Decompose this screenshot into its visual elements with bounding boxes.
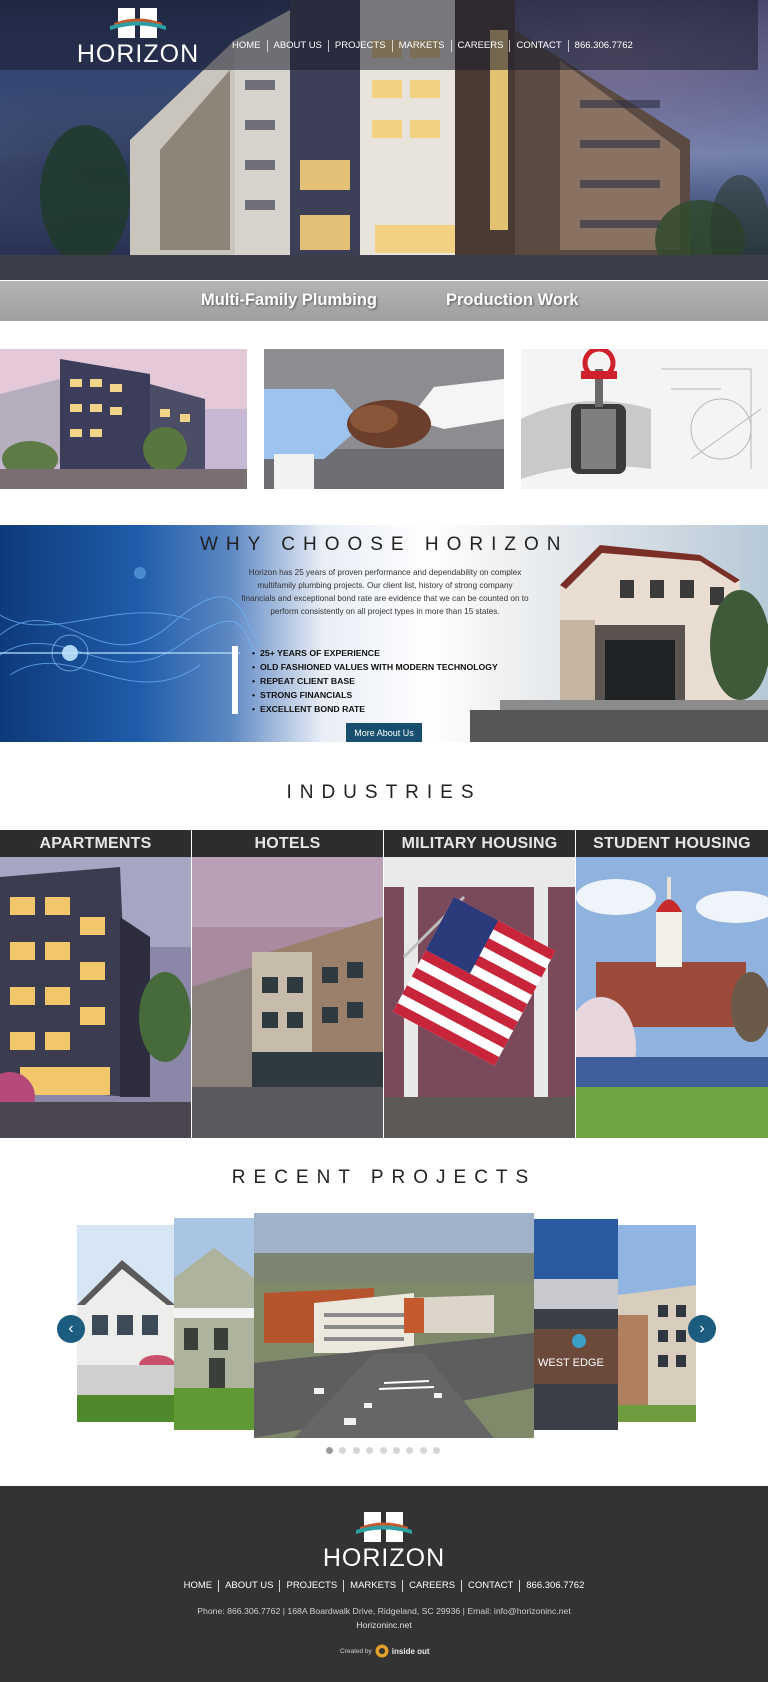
inside-out-label: inside out [391, 1646, 430, 1656]
carousel-dot-1[interactable] [326, 1447, 333, 1454]
service-band: Multi-Family Plumbing Production Work [0, 281, 768, 321]
carousel-dot-4[interactable] [366, 1447, 374, 1454]
footer-logo[interactable]: HORIZON [310, 1510, 458, 1572]
footer-nav-projects[interactable]: PROJECTS [279, 1580, 343, 1592]
carousel-next-button[interactable]: › [688, 1315, 716, 1343]
more-about-us-button[interactable]: More About Us [346, 723, 422, 742]
site-logo[interactable]: HORIZON [64, 6, 212, 68]
student-housing-image [576, 857, 768, 1138]
hotels-image [192, 857, 383, 1138]
footer-logo-mark-icon [356, 1512, 412, 1542]
project-apartment-image [618, 1225, 696, 1422]
project-slide-4[interactable]: WEST EDGE [534, 1219, 618, 1430]
footer-nav-phone[interactable]: 866.306.7762 [519, 1580, 590, 1592]
footer-nav-home[interactable]: HOME [178, 1580, 219, 1592]
footer-website-link[interactable]: Horizoninc.net [0, 1620, 768, 1630]
project-townhome-image [174, 1218, 254, 1430]
project-aerial-image [254, 1213, 534, 1438]
handshake-image [264, 349, 504, 489]
industry-hotels-label: HOTELS [192, 830, 383, 857]
bullet-accent-bar [232, 646, 238, 714]
project-slide-1[interactable] [77, 1225, 175, 1422]
project-west-edge-image: WEST EDGE [534, 1219, 618, 1430]
hero-banner: HORIZON HOME ABOUT US PROJECTS MARKETS C… [0, 0, 768, 280]
carousel-dot-3[interactable] [352, 1447, 360, 1454]
tile-handshake[interactable] [264, 349, 504, 489]
project-slide-main[interactable] [254, 1213, 534, 1438]
carousel-dot-7[interactable] [406, 1447, 414, 1454]
carousel-dot-8[interactable] [419, 1447, 427, 1454]
nav-projects[interactable]: PROJECTS [327, 40, 392, 52]
carousel-dot-5[interactable] [379, 1447, 387, 1454]
nav-careers[interactable]: CAREERS [450, 40, 510, 52]
why-choose-title: WHY CHOOSE HORIZON [200, 534, 569, 555]
carousel-prev-button[interactable]: ‹ [57, 1315, 85, 1343]
nav-about-us[interactable]: ABOUT US [266, 40, 328, 52]
bullet-repeat-clients: REPEAT CLIENT BASE [252, 674, 498, 688]
header-bar: HORIZON HOME ABOUT US PROJECTS MARKETS C… [0, 0, 758, 70]
military-housing-image [384, 857, 575, 1138]
west-edge-sign: WEST EDGE [538, 1357, 604, 1369]
recent-projects-title: RECENT PROJECTS [231, 1167, 537, 1188]
nav-contact[interactable]: CONTACT [509, 40, 567, 52]
carousel-dot-9[interactable] [433, 1447, 441, 1454]
footer-nav-contact[interactable]: CONTACT [461, 1580, 519, 1592]
carousel-dot-6[interactable] [392, 1447, 400, 1454]
project-slide-2[interactable] [174, 1218, 254, 1430]
industry-military-housing[interactable]: MILITARY HOUSING [384, 830, 575, 1138]
apartments-image [0, 857, 191, 1138]
created-by-label: Created by [340, 1647, 372, 1655]
carousel-dots [326, 1447, 447, 1454]
project-slide-5[interactable] [618, 1225, 696, 1422]
tile-valve[interactable] [521, 349, 768, 489]
bullet-bond-rate: EXCELLENT BOND RATE [252, 702, 498, 716]
tile-apartment-rendering[interactable] [0, 349, 247, 489]
industry-hotels[interactable]: HOTELS [192, 830, 383, 1138]
nav-phone[interactable]: 866.306.7762 [567, 40, 639, 52]
industry-apartments[interactable]: APARTMENTS [0, 830, 191, 1138]
industry-military-housing-label: MILITARY HOUSING [384, 830, 575, 857]
bullet-financials: STRONG FINANCIALS [252, 688, 498, 702]
nav-home[interactable]: HOME [226, 40, 267, 52]
service-production-work[interactable]: Production Work [446, 291, 579, 310]
logo-wordmark: HORIZON [76, 40, 200, 68]
why-choose-text: Horizon has 25 years of proven performan… [241, 568, 529, 616]
main-nav: HOME ABOUT US PROJECTS MARKETS CAREERS C… [226, 40, 639, 52]
inside-out-logo-icon [375, 1644, 389, 1658]
apartment-rendering-image [0, 349, 247, 489]
footer-nav-markets[interactable]: MARKETS [343, 1580, 402, 1592]
industry-apartments-label: APARTMENTS [0, 830, 191, 857]
project-house-image [77, 1225, 175, 1422]
footer-credit[interactable]: Created by inside out [340, 1644, 430, 1658]
service-multifamily-plumbing[interactable]: Multi-Family Plumbing [201, 291, 377, 310]
footer-nav: HOME ABOUT US PROJECTS MARKETS CAREERS C… [0, 1580, 768, 1592]
footer-logo-wordmark: HORIZON [322, 1544, 446, 1572]
why-choose-bullets: 25+ YEARS OF EXPERIENCE OLD FASHIONED VA… [252, 646, 498, 716]
why-choose-section: WHY CHOOSE HORIZON Horizon has 25 years … [0, 525, 768, 742]
industry-student-housing[interactable]: STUDENT HOUSING [576, 830, 768, 1138]
footer-nav-about-us[interactable]: ABOUT US [218, 1580, 279, 1592]
bullet-experience: 25+ YEARS OF EXPERIENCE [252, 646, 498, 660]
industries-title: INDUSTRIES [286, 782, 482, 803]
site-footer: HORIZON HOME ABOUT US PROJECTS MARKETS C… [0, 1486, 768, 1682]
footer-nav-careers[interactable]: CAREERS [402, 1580, 461, 1592]
industry-student-housing-label: STUDENT HOUSING [576, 830, 768, 857]
bullet-values: OLD FASHIONED VALUES WITH MODERN TECHNOL… [252, 660, 498, 674]
carousel-dot-2[interactable] [339, 1447, 347, 1454]
nav-markets[interactable]: MARKETS [391, 40, 451, 52]
logo-mark-icon [110, 8, 166, 38]
footer-contact-info: Phone: 866.306.7762 | 168A Boardwalk Dri… [197, 1606, 571, 1616]
valve-image [521, 349, 768, 489]
